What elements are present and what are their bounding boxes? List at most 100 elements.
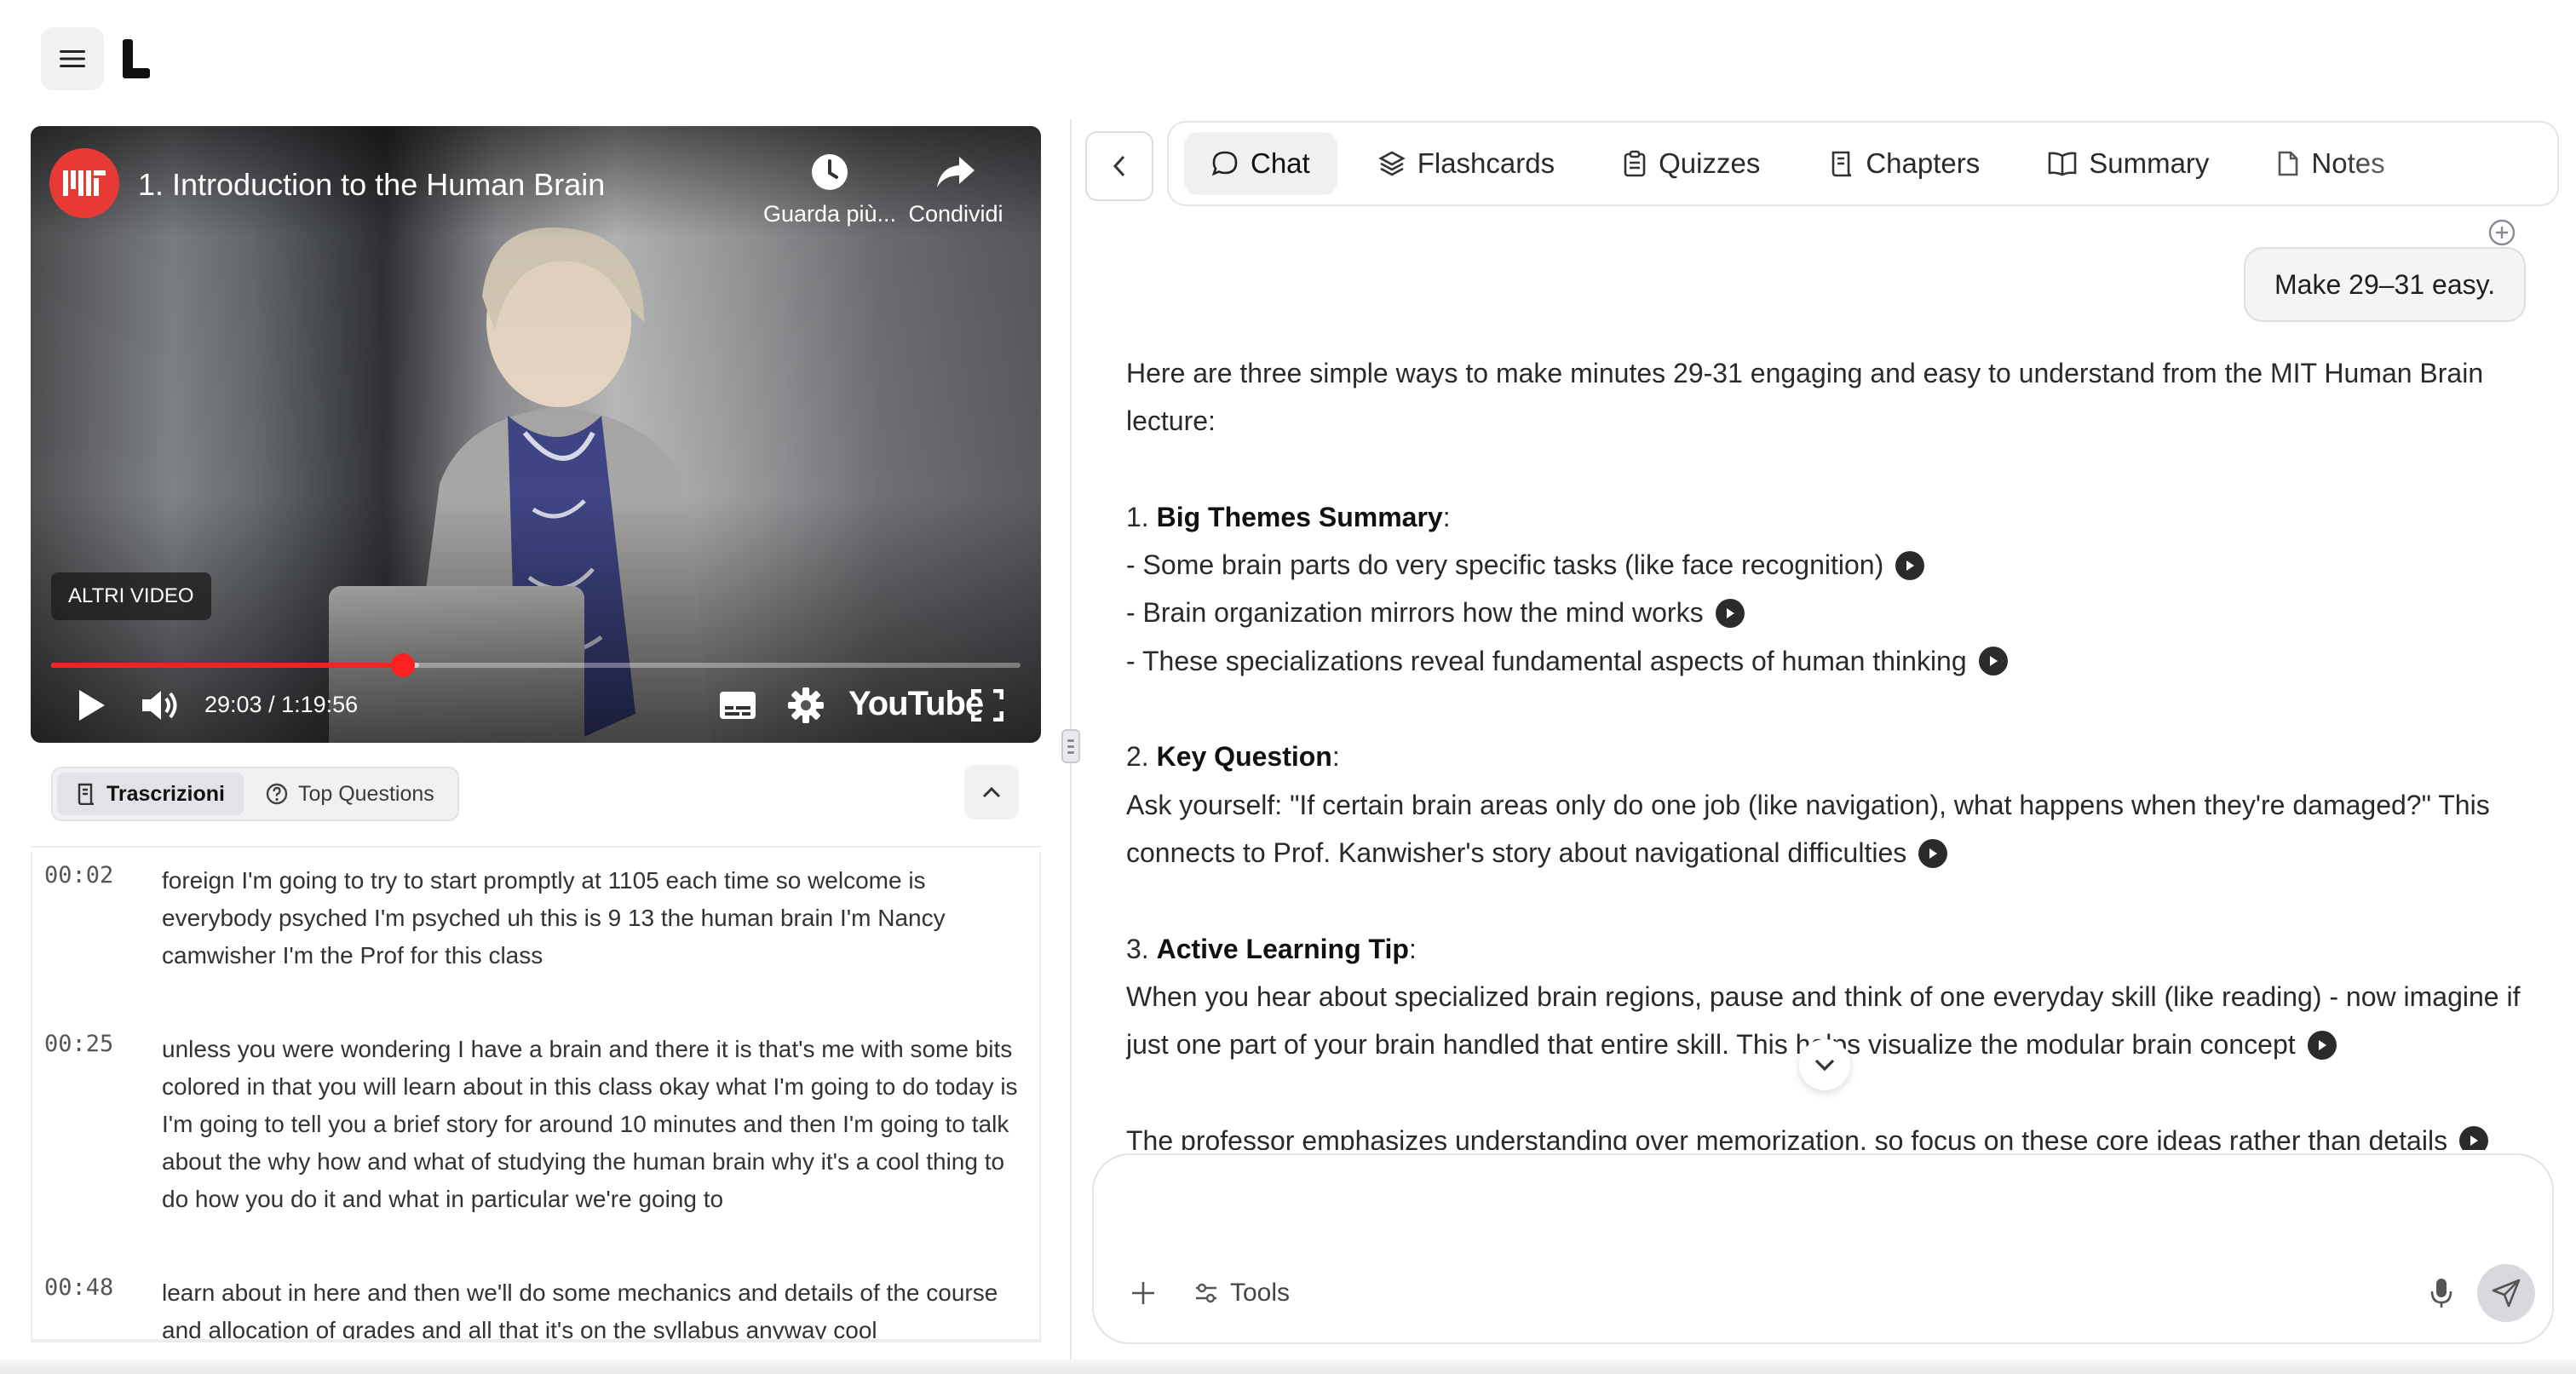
video-progress-bar[interactable] (51, 653, 1021, 677)
settings-button[interactable] (784, 678, 828, 733)
more-videos-button[interactable]: ALTRI VIDEO (51, 572, 211, 620)
share-button[interactable]: Condividi (888, 148, 1024, 227)
section-number: 1. (1126, 501, 1149, 532)
fullscreen-icon (971, 689, 1003, 721)
sliders-icon (1196, 1283, 1216, 1303)
play-icon (1989, 656, 1998, 667)
chat-input[interactable] (1128, 1176, 2508, 1244)
chevron-down-icon (1814, 1059, 1835, 1072)
answer-intro: Here are three simple ways to make minut… (1126, 358, 2484, 437)
menu-button[interactable] (41, 27, 104, 90)
timestamp-play-button[interactable] (1895, 550, 1925, 580)
play-icon (1906, 560, 1915, 571)
scroll-to-bottom-button[interactable] (1799, 1039, 1850, 1090)
divider (31, 846, 1041, 848)
chevron-up-icon (982, 786, 1001, 798)
played-bar (51, 663, 404, 668)
send-icon (2492, 1279, 2521, 1308)
segment-text: foreign I'm going to try to start prompt… (162, 867, 946, 969)
plus-icon (1132, 1282, 1154, 1304)
play-icon (1726, 608, 1734, 619)
plus-circle-icon[interactable] (2487, 218, 2516, 247)
assistant-message: Here are three simple ways to make minut… (1126, 349, 2523, 1150)
user-message: Make 29–31 easy. (2244, 247, 2527, 322)
tools-button[interactable]: Tools (1194, 1274, 1290, 1312)
time-readout: 29:03 / 1:19:56 (204, 692, 359, 717)
tab-transcripts-label: Trascrizioni (106, 781, 225, 806)
send-button[interactable] (2477, 1264, 2535, 1322)
video-player[interactable]: 1. Introduction to the Human Brain Guard… (31, 126, 1041, 743)
brand-logo-icon[interactable] (121, 39, 152, 78)
section-title: Active Learning Tip (1156, 933, 1409, 964)
subtitles-button[interactable] (716, 678, 760, 733)
watch-later-label: Guarda più... (762, 201, 897, 227)
microphone-button[interactable] (2423, 1274, 2460, 1312)
chat-bubble-icon (1211, 151, 1238, 176)
play-icon (1929, 848, 1938, 859)
section-title: Key Question (1156, 741, 1332, 773)
volume-icon (142, 691, 177, 720)
timestamp-play-button[interactable] (1715, 599, 1745, 629)
transcript-list[interactable]: 00:02 foreign I'm going to try to start … (31, 852, 1041, 1342)
answer-bullet: - Some brain parts do very specific task… (1126, 549, 1884, 581)
video-title[interactable]: 1. Introduction to the Human Brain (138, 167, 605, 203)
microphone-icon (2430, 1279, 2452, 1308)
tab-flashcards-label: Flashcards (1417, 147, 1555, 179)
volume-button[interactable] (136, 678, 184, 733)
chat-composer: Tools (1092, 1153, 2554, 1344)
tab-chat[interactable]: Chat (1184, 132, 1337, 195)
add-attachment-button[interactable] (1124, 1274, 1162, 1312)
play-icon (79, 690, 105, 721)
play-button[interactable] (72, 678, 112, 733)
answer-paragraph: Ask yourself: "If certain brain areas on… (1126, 789, 2490, 868)
question-circle-icon (266, 783, 288, 805)
gear-icon (788, 687, 824, 723)
tab-chapters-label: Chapters (1866, 147, 1981, 179)
transcript-tab-bar: Trascrizioni Top Questions (51, 767, 459, 821)
segment-timestamp[interactable]: 00:25 (44, 1031, 113, 1057)
divider (31, 1339, 1041, 1342)
timestamp-play-button[interactable] (1918, 838, 1948, 868)
tab-top-questions-label: Top Questions (297, 781, 434, 806)
timestamp-play-button[interactable] (1978, 647, 2008, 676)
mit-logo-icon[interactable] (49, 148, 119, 218)
subtitles-icon (720, 692, 756, 719)
tab-transcripts[interactable]: Trascrizioni (57, 773, 244, 815)
back-button[interactable] (1085, 131, 1153, 201)
share-label: Condividi (908, 201, 1003, 227)
chevron-left-icon (1113, 155, 1125, 177)
tab-summary[interactable]: Summary (2021, 132, 2236, 195)
scroll-icon (1832, 151, 1852, 177)
answer-closing: The professor emphasizes understanding o… (1126, 1124, 2448, 1150)
watch-later-button[interactable]: Guarda più... (762, 148, 898, 227)
fullscreen-button[interactable] (966, 678, 1009, 733)
segment-timestamp[interactable]: 00:48 (44, 1274, 113, 1301)
tab-flashcards[interactable]: Flashcards (1351, 132, 1582, 195)
tab-summary-label: Summary (2089, 147, 2210, 179)
timestamp-play-button[interactable] (2459, 1126, 2489, 1150)
window-bottom-edge (0, 1360, 2576, 1374)
section-number: 3. (1126, 933, 1149, 964)
share-arrow-icon (937, 157, 975, 187)
section-number: 2. (1126, 741, 1149, 773)
layers-icon (1377, 151, 1406, 176)
segment-text: learn about in here and then we'll do so… (162, 1279, 998, 1342)
segment-timestamp[interactable]: 00:02 (44, 862, 113, 888)
resize-handle[interactable] (1061, 729, 1080, 763)
collapse-button[interactable] (964, 765, 1019, 819)
play-icon (2470, 1135, 2479, 1147)
answer-bullet: - Brain organization mirrors how the min… (1126, 597, 1704, 629)
youtube-logo[interactable]: YouTube (848, 685, 984, 723)
clock-icon (812, 154, 848, 190)
tab-chapters[interactable]: Chapters (1801, 132, 2007, 195)
book-open-icon (2048, 152, 2077, 176)
timestamp-play-button[interactable] (2307, 1030, 2337, 1060)
segment-text: unless you were wondering I have a brain… (162, 1036, 1018, 1212)
scroll-icon (78, 783, 95, 805)
tab-top-questions[interactable]: Top Questions (247, 773, 453, 815)
tab-chat-label: Chat (1251, 147, 1310, 179)
clipboard-icon (1624, 150, 1646, 177)
section-title: Big Themes Summary (1156, 501, 1443, 532)
tab-quizzes[interactable]: Quizzes (1596, 132, 1787, 195)
file-icon (2279, 151, 2298, 176)
